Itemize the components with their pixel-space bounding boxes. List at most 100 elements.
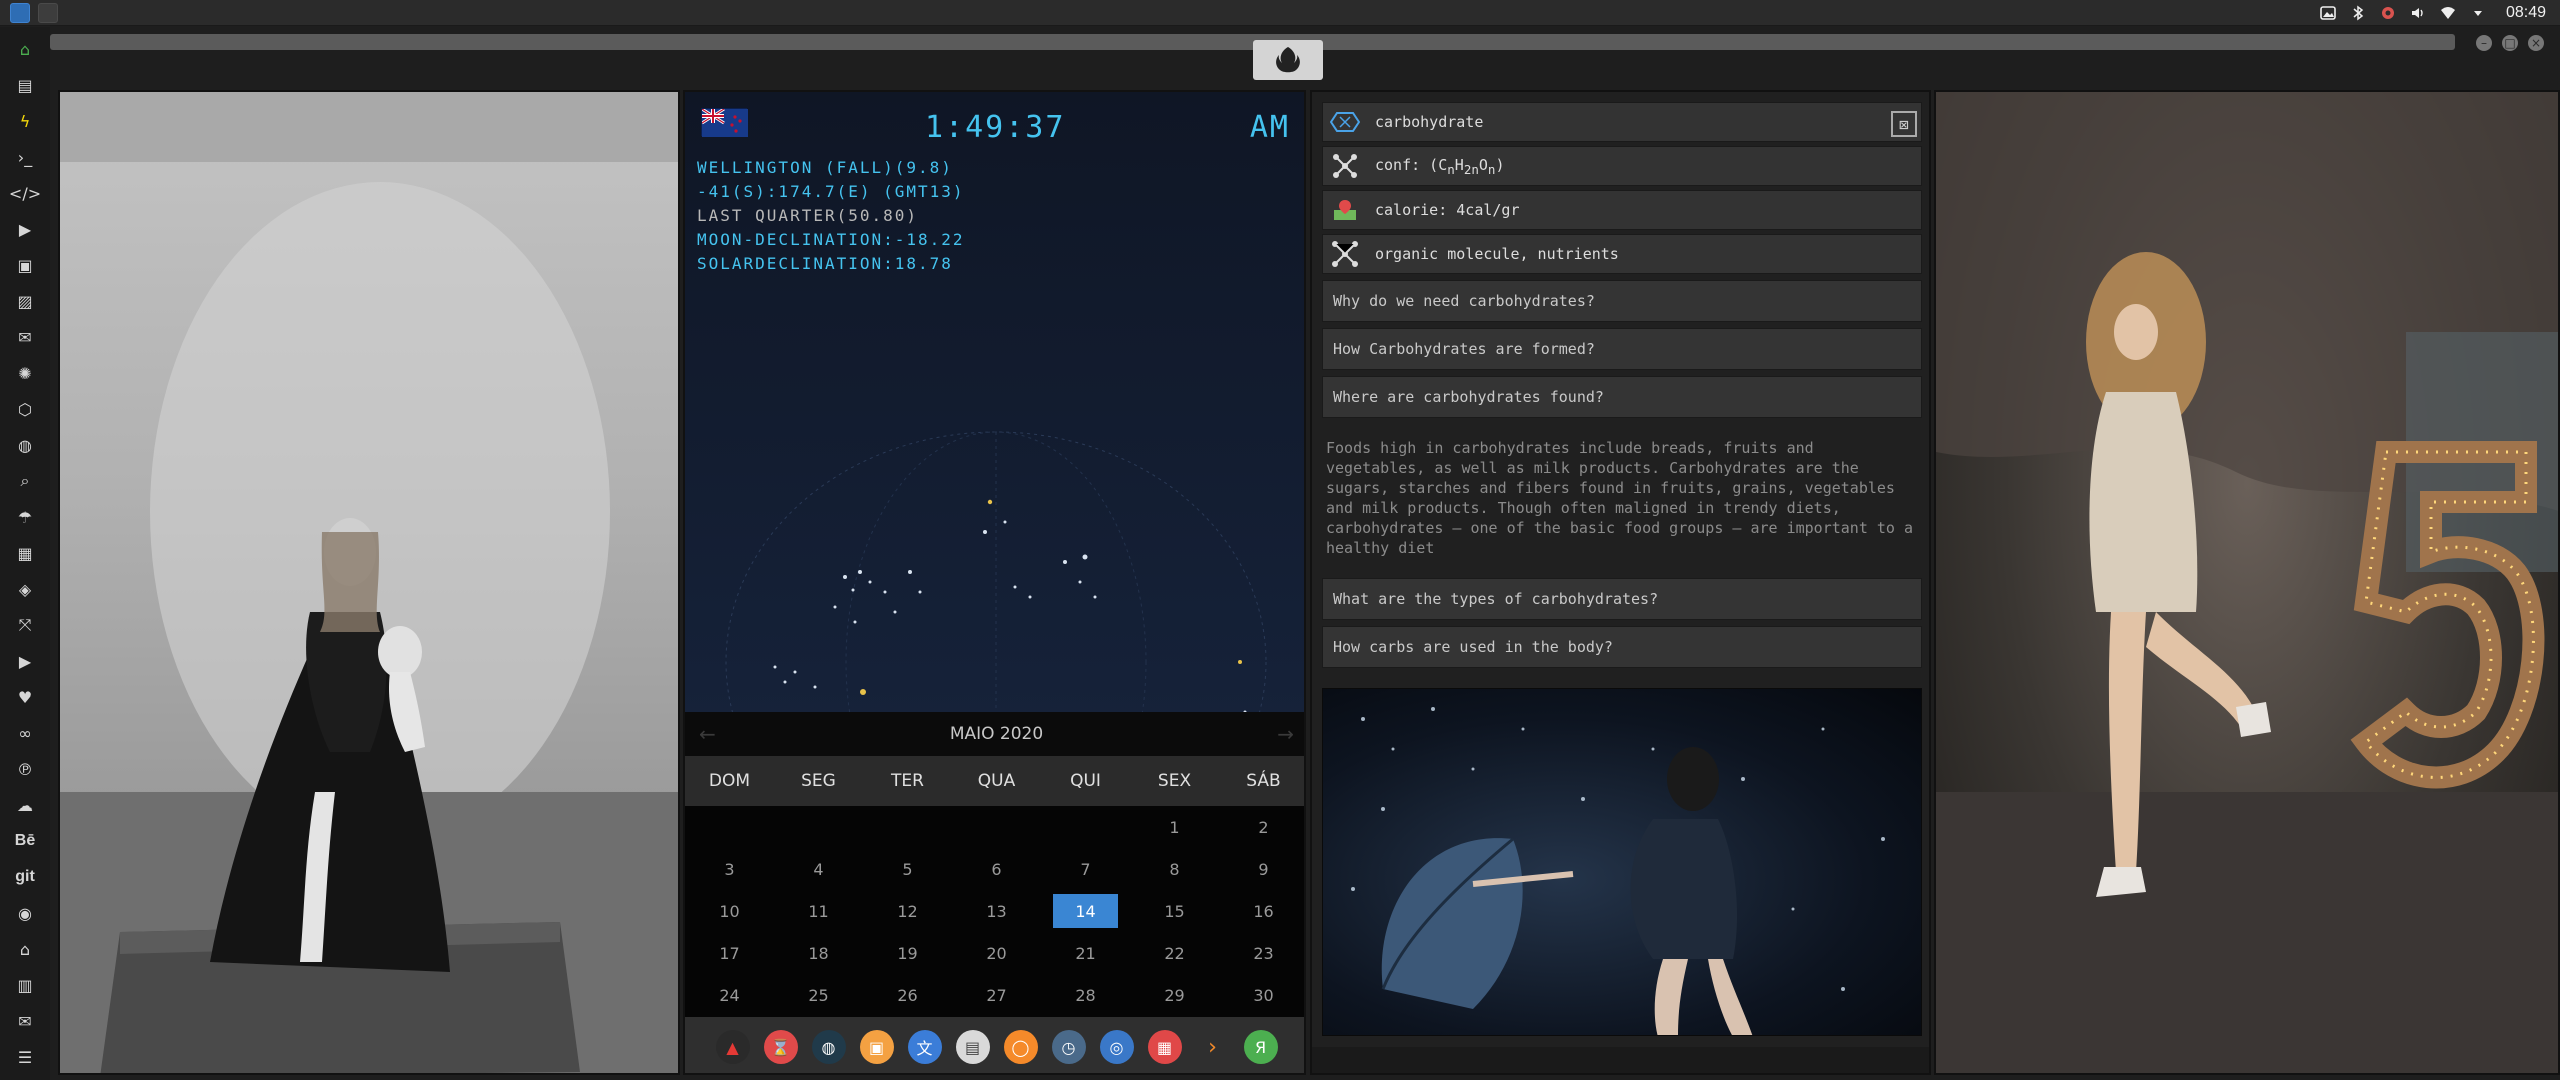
calendar-day[interactable]: 19: [863, 932, 952, 974]
calendar-day[interactable]: 2: [1219, 806, 1304, 848]
settings-alert-icon[interactable]: [2380, 5, 2396, 21]
calendar-day[interactable]: 21: [1041, 932, 1130, 974]
calendar-day[interactable]: 10: [685, 890, 774, 932]
next-month-icon[interactable]: →: [1277, 722, 1294, 746]
git-icon[interactable]: git: [13, 865, 37, 889]
volume-icon[interactable]: [2410, 5, 2426, 21]
calendar-day[interactable]: 24: [685, 974, 774, 1016]
diamond-icon[interactable]: ◈: [13, 577, 37, 601]
youtube-icon[interactable]: ▶: [13, 649, 37, 673]
carbo-calorie-row: calorie: 4cal/gr: [1322, 190, 1922, 230]
video-icon[interactable]: ▣: [13, 253, 37, 277]
calendar-day[interactable]: 22: [1130, 932, 1219, 974]
code-icon[interactable]: </>: [9, 181, 41, 205]
expand-icon[interactable]: ⤧: [13, 613, 37, 637]
play-icon[interactable]: ▶: [13, 217, 37, 241]
hourglass-app-icon[interactable]: ⌛: [763, 1030, 798, 1064]
cloud-icon[interactable]: ☁: [13, 793, 37, 817]
calendar-day-today[interactable]: 14: [1053, 894, 1118, 928]
rebel-alliance-logo: [1253, 40, 1323, 80]
woman-with-child-photo: [60, 92, 678, 1073]
hexagon-icon[interactable]: ⬡: [13, 397, 37, 421]
news-app-icon[interactable]: ▤: [955, 1030, 990, 1064]
storage-icon[interactable]: ☰: [13, 1045, 37, 1069]
umbrella-icon[interactable]: ☂: [13, 505, 37, 529]
image-icon[interactable]: [2320, 5, 2336, 21]
wifi-icon[interactable]: [2440, 5, 2456, 21]
question-why-need[interactable]: Why do we need carbohydrates?: [1322, 280, 1922, 322]
calendar-day[interactable]: 15: [1130, 890, 1219, 932]
workspace-button[interactable]: [38, 3, 58, 23]
mail-open-icon[interactable]: ✉: [13, 325, 37, 349]
carbo-panel-footer: [1312, 1047, 1929, 1073]
document-icon[interactable]: ▤: [13, 73, 37, 97]
clock-app-icon[interactable]: ◷: [1051, 1030, 1086, 1064]
calendar-day[interactable]: 7: [1041, 848, 1130, 890]
app-red-triangle-icon[interactable]: ▲: [715, 1030, 750, 1064]
calendar-day[interactable]: 29: [1130, 974, 1219, 1016]
calendar-day[interactable]: 12: [863, 890, 952, 932]
calendar-day[interactable]: 17: [685, 932, 774, 974]
calendar-day[interactable]: 20: [952, 932, 1041, 974]
globe-icon[interactable]: ◍: [13, 433, 37, 457]
github-icon[interactable]: ◉: [13, 901, 37, 925]
arrow-app-icon[interactable]: ›: [1196, 1030, 1230, 1064]
calendar-day[interactable]: 13: [952, 890, 1041, 932]
calendar-day[interactable]: 11: [774, 890, 863, 932]
calendar-day[interactable]: 3: [685, 848, 774, 890]
calendar-day[interactable]: 28: [1041, 974, 1130, 1016]
calendar-day[interactable]: 18: [774, 932, 863, 974]
question-how-formed[interactable]: How Carbohydrates are formed?: [1322, 328, 1922, 370]
calendar-day[interactable]: 30: [1219, 974, 1304, 1016]
search-icon[interactable]: ⌕: [13, 469, 37, 493]
calendar-app-icon[interactable]: ▦: [1147, 1030, 1182, 1064]
aperture-icon[interactable]: ✺: [13, 361, 37, 385]
bank-icon[interactable]: ⌂: [13, 937, 37, 961]
image-icon[interactable]: ▨: [13, 289, 37, 313]
behance-icon[interactable]: Bē: [13, 829, 37, 853]
close-button[interactable]: ×: [2528, 35, 2544, 51]
calendar-day[interactable]: 26: [863, 974, 952, 1016]
map-icon[interactable]: ▥: [13, 973, 37, 997]
image-viewer-app-icon[interactable]: ▣: [859, 1030, 894, 1064]
dancer-with-number-five-photo: [1936, 92, 2558, 1073]
workspace-files-button[interactable]: [10, 3, 30, 23]
home-icon[interactable]: ⌂: [13, 37, 37, 61]
translate-app-icon[interactable]: 文: [907, 1030, 942, 1064]
web-browser-app-icon[interactable]: ◎: [1099, 1030, 1134, 1064]
calendar-day[interactable]: 4: [774, 848, 863, 890]
calendar-day[interactable]: 23: [1219, 932, 1304, 974]
prev-month-icon[interactable]: ←: [699, 722, 716, 746]
yandex-app-icon[interactable]: Я: [1243, 1030, 1278, 1064]
calendar-day[interactable]: 5: [863, 848, 952, 890]
clock[interactable]: 08:49: [2506, 4, 2546, 22]
calendar-day[interactable]: 6: [952, 848, 1041, 890]
mail-icon[interactable]: ✉: [13, 1009, 37, 1033]
earth-app-icon[interactable]: ◍: [811, 1030, 846, 1064]
maximize-button[interactable]: □: [2502, 35, 2518, 51]
menu-down-icon[interactable]: [2470, 5, 2486, 21]
infinity-icon[interactable]: ∞: [13, 721, 37, 745]
bluetooth-icon[interactable]: [2350, 5, 2366, 21]
contacts-icon[interactable]: ▦: [13, 541, 37, 565]
calendar-day[interactable]: 25: [774, 974, 863, 1016]
moon-declination-line: MOON-DECLINATION:-18.22: [697, 230, 965, 249]
question-how-used[interactable]: How carbs are used in the body?: [1322, 626, 1922, 668]
calendar-day[interactable]: 8: [1130, 848, 1219, 890]
calendar-day[interactable]: 9: [1219, 848, 1304, 890]
terminal-icon[interactable]: ›_: [13, 145, 37, 169]
calendar-day[interactable]: 27: [952, 974, 1041, 1016]
question-where-found[interactable]: Where are carbohydrates found?: [1322, 376, 1922, 418]
minimize-button[interactable]: –: [2476, 35, 2492, 51]
video-thumbnail-umbrella[interactable]: [1322, 688, 1922, 1036]
rebel-icon: [1276, 47, 1300, 73]
pinterest-icon[interactable]: ℗: [13, 757, 37, 781]
wallpaper-photo-left: [58, 90, 680, 1075]
heart-icon[interactable]: ♥: [13, 685, 37, 709]
close-icon[interactable]: ⊠: [1891, 111, 1917, 137]
search-app-icon[interactable]: ◯: [1003, 1030, 1038, 1064]
question-types[interactable]: What are the types of carbohydrates?: [1322, 578, 1922, 620]
calendar-day[interactable]: 1: [1130, 806, 1219, 848]
bolt-icon[interactable]: ϟ: [13, 109, 37, 133]
calendar-day[interactable]: 16: [1219, 890, 1304, 932]
